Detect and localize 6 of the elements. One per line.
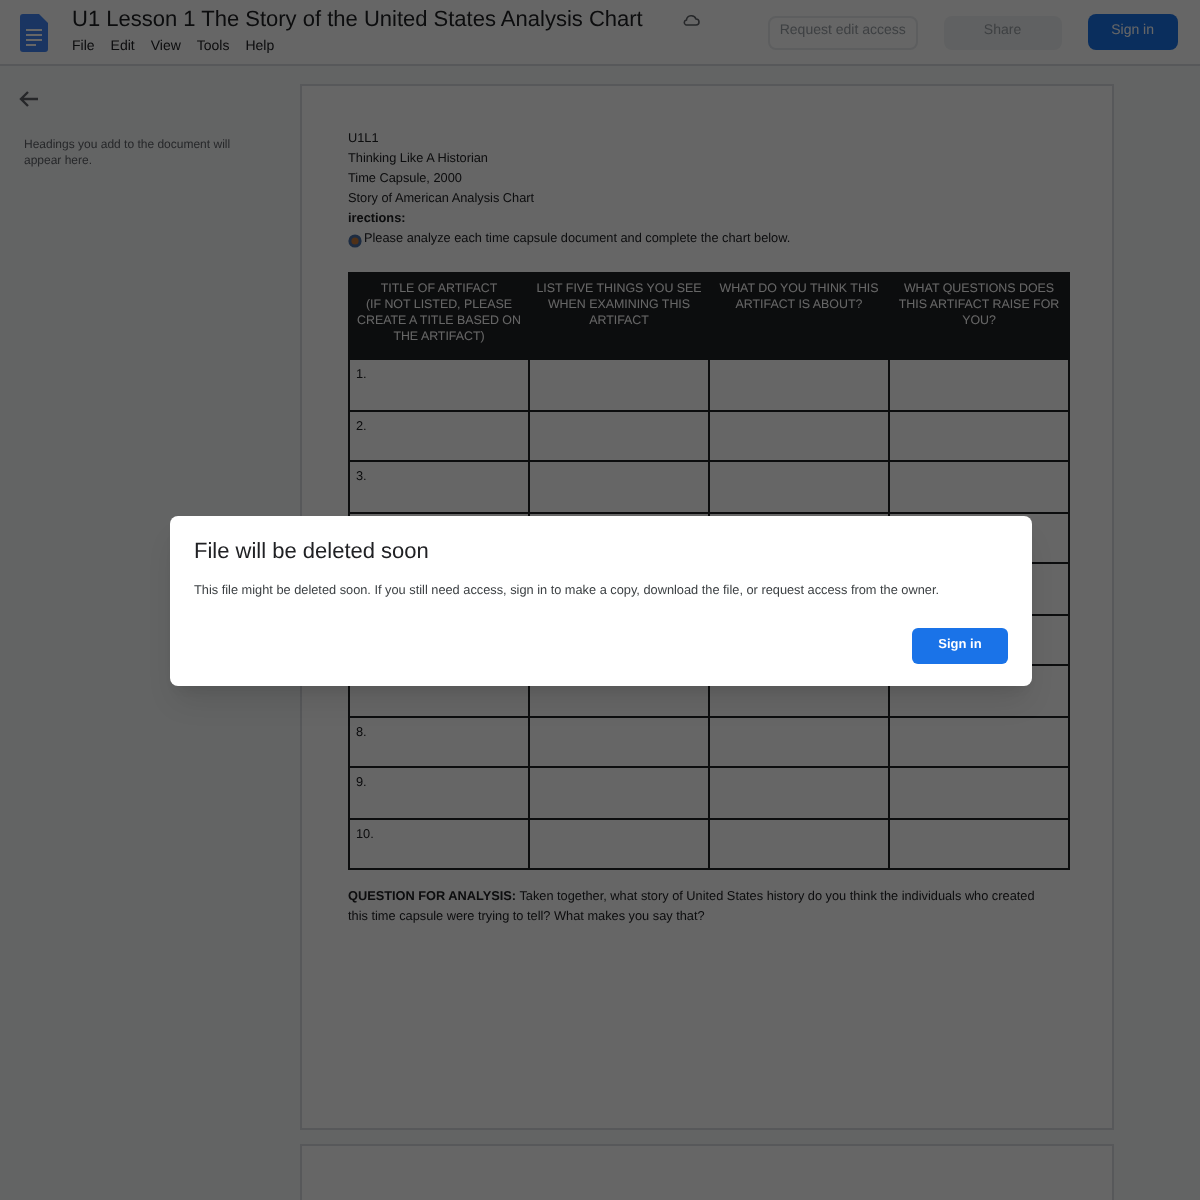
globe-icon <box>348 233 362 247</box>
docs-logo-icon[interactable] <box>20 13 48 51</box>
cloud-icon[interactable] <box>682 13 701 26</box>
back-arrow-icon[interactable] <box>18 90 38 108</box>
dialog-title: File will be deleted soon <box>194 538 431 566</box>
document-title: U1 Lesson 1 The Story of the United States Analysis Chart <box>72 5 643 34</box>
